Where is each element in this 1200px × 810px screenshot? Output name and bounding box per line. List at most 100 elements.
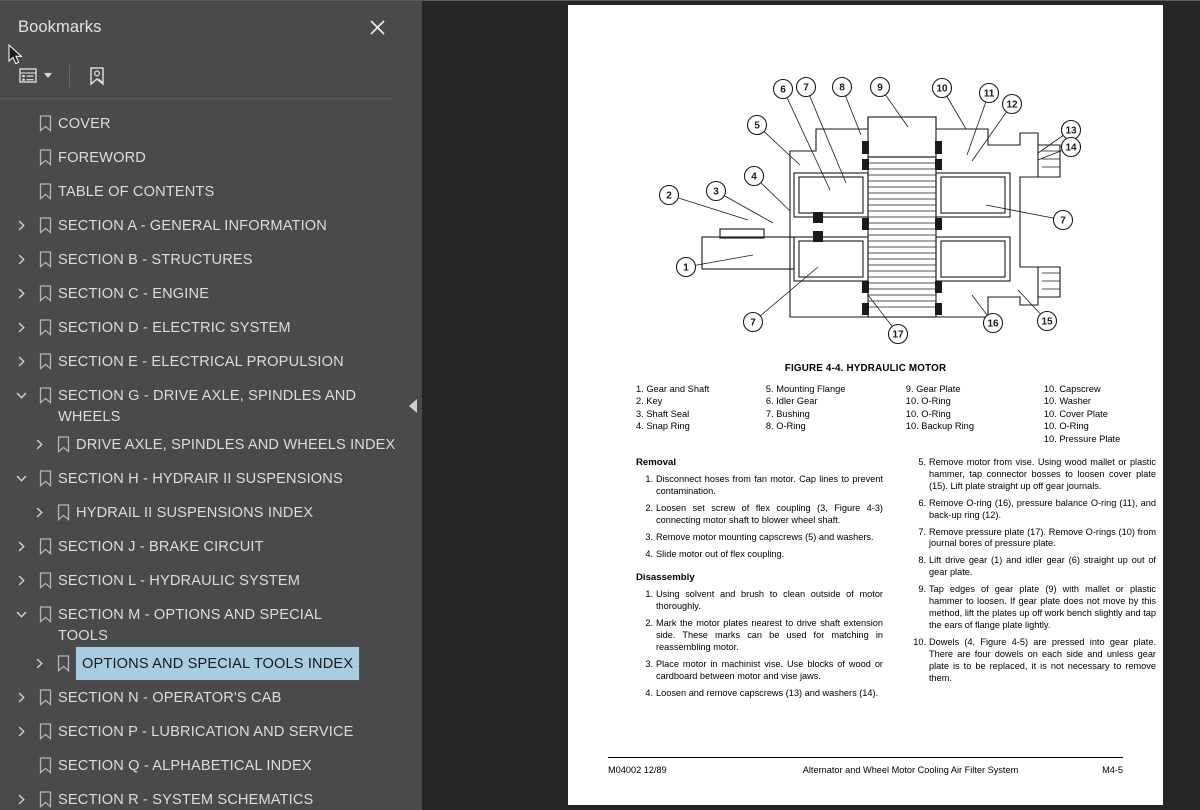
callout-number: 8 — [839, 83, 845, 94]
bookmark-item-section-r-system-schematics[interactable]: SECTION R - SYSTEM SCHEMATICS — [0, 783, 404, 810]
bookmark-item-label[interactable]: DRIVE AXLE, SPINDLES AND WHEELS INDEX — [76, 428, 395, 456]
bookmark-item-section-b-structures[interactable]: SECTION B - STRUCTURES — [0, 243, 404, 277]
step-text: Remove motor mounting capscrews (5) and … — [656, 531, 874, 542]
chevron-down-icon[interactable] — [10, 379, 32, 401]
bookmark-item-section-l-hydraulic-system[interactable]: SECTION L - HYDRAULIC SYSTEM — [0, 564, 404, 598]
bookmark-icon — [32, 277, 58, 302]
callout-number: 1 — [683, 263, 689, 274]
part-list-item: 10. O-Ring — [905, 396, 951, 407]
bookmark-item-label[interactable]: SECTION E - ELECTRICAL PROPULSION — [58, 345, 344, 373]
collapse-panel-icon[interactable] — [409, 398, 417, 413]
bookmark-item-label[interactable]: HYDRAIL II SUSPENSIONS INDEX — [76, 496, 313, 524]
callout-number: 6 — [780, 85, 786, 96]
bookmark-item-label[interactable]: OPTIONS AND SPECIAL TOOLS INDEX — [74, 646, 361, 681]
callout-bubble-1: 1 — [675, 256, 697, 278]
bookmark-item-cover[interactable]: COVER — [0, 107, 404, 141]
bookmark-item-label[interactable]: SECTION C - ENGINE — [58, 277, 209, 305]
bookmark-icon — [32, 209, 58, 234]
chevron-right-icon[interactable] — [10, 783, 32, 805]
bookmark-item-label[interactable]: FOREWORD — [58, 141, 146, 169]
bookmark-icon — [32, 564, 58, 589]
twisty-spacer — [10, 107, 32, 118]
callout-bubble-6: 6 — [772, 78, 794, 100]
chevron-right-icon[interactable] — [28, 496, 50, 518]
step-number: 4. — [645, 548, 653, 559]
bookmarks-toolbar — [0, 53, 392, 99]
bookmark-item-options-and-special-tools-index[interactable]: OPTIONS AND SPECIAL TOOLS INDEX — [0, 646, 404, 681]
callout-leader-line — [668, 194, 749, 221]
bookmark-item-drive-axle-spindles-and-wheels-index[interactable]: DRIVE AXLE, SPINDLES AND WHEELS INDEX — [0, 428, 404, 462]
bookmark-item-label[interactable]: SECTION D - ELECTRIC SYSTEM — [58, 311, 291, 339]
step-number: 4. — [645, 687, 653, 698]
step-number: 2. — [645, 618, 653, 629]
bookmark-item-label[interactable]: SECTION P - LUBRICATION AND SERVICE — [58, 715, 354, 743]
callout-bubble-13: 13 — [1060, 119, 1082, 141]
callout-bubble-2: 2 — [658, 184, 680, 206]
bookmark-item-table-of-contents[interactable]: TABLE OF CONTENTS — [0, 175, 404, 209]
bookmark-item-foreword[interactable]: FOREWORD — [0, 141, 404, 175]
chevron-down-icon[interactable] — [10, 462, 32, 484]
chevron-right-icon[interactable] — [28, 428, 50, 450]
new-bookmark-icon[interactable] — [84, 62, 110, 90]
chevron-right-icon[interactable] — [10, 209, 32, 231]
bookmark-icon — [32, 243, 58, 268]
bookmark-item-section-n-operator-s-cab[interactable]: SECTION N - OPERATOR'S CAB — [0, 681, 404, 715]
chevron-right-icon[interactable] — [28, 647, 50, 669]
callout-number: 15 — [1041, 317, 1053, 328]
chevron-right-icon[interactable] — [10, 715, 32, 737]
bookmark-item-label[interactable]: SECTION B - STRUCTURES — [58, 243, 253, 271]
panel-splitter[interactable] — [404, 0, 422, 810]
chevron-right-icon[interactable] — [10, 311, 32, 333]
bookmark-item-section-c-engine[interactable]: SECTION C - ENGINE — [0, 277, 404, 311]
bookmark-icon — [32, 681, 58, 706]
bookmark-item-label[interactable]: SECTION J - BRAKE CIRCUIT — [58, 530, 264, 558]
callout-bubble-7: 7 — [795, 76, 817, 98]
step-text: Remove motor from vise. Using wood malle… — [929, 457, 1156, 491]
bookmark-item-label[interactable]: SECTION R - SYSTEM SCHEMATICS — [58, 783, 313, 810]
chevron-down-icon[interactable] — [10, 598, 32, 620]
step-number: 7. — [918, 526, 926, 537]
bookmark-item-section-e-electrical-propulsion[interactable]: SECTION E - ELECTRICAL PROPULSION — [0, 345, 404, 379]
bookmark-item-section-p-lubrication-and-service[interactable]: SECTION P - LUBRICATION AND SERVICE — [0, 715, 404, 749]
bookmark-item-label[interactable]: SECTION Q - ALPHABETICAL INDEX — [58, 749, 312, 777]
bookmarks-tree[interactable]: COVER FOREWORD TABLE OF CONTENTS SECTION A … — [0, 99, 404, 810]
part-list-item: 4. Snap Ring — [636, 421, 690, 432]
callout-number: 10 — [936, 84, 948, 95]
bookmark-icon — [50, 428, 76, 453]
chevron-right-icon[interactable] — [10, 243, 32, 265]
chevron-right-icon[interactable] — [10, 564, 32, 586]
bookmark-icon — [32, 462, 58, 487]
procedure-step: 4. Loosen and remove capscrews (13) and w… — [636, 688, 883, 700]
toolbar-divider — [69, 64, 70, 87]
chevron-right-icon[interactable] — [10, 530, 32, 552]
chevron-right-icon[interactable] — [10, 681, 32, 703]
pdf-viewer-canvas[interactable]: 1 2 3 4 5 6 7 8 9 10 11 12 13 14 7 7 15 16 17 FIGURE 4-4. … — [422, 0, 1200, 810]
procedure-left-column: Removal 1. Disconnect hoses from fan moto… — [636, 457, 883, 705]
bookmark-item-label[interactable]: SECTION M - OPTIONS AND SPECIAL TOOLS — [58, 598, 358, 647]
bookmark-options-icon[interactable] — [16, 63, 55, 88]
bookmark-item-section-q-alphabetical-index[interactable]: SECTION Q - ALPHABETICAL INDEX — [0, 749, 404, 783]
bookmark-item-label[interactable]: SECTION L - HYDRAULIC SYSTEM — [58, 564, 300, 592]
bookmark-item-section-m-options-and-special-tools[interactable]: SECTION M - OPTIONS AND SPECIAL TOOLS — [0, 598, 404, 647]
bookmark-item-label[interactable]: TABLE OF CONTENTS — [58, 175, 214, 203]
bookmark-item-label[interactable]: SECTION G - DRIVE AXLE, SPINDLES AND WHE… — [58, 379, 358, 428]
callout-bubble-12: 12 — [1001, 93, 1023, 115]
chevron-right-icon[interactable] — [10, 277, 32, 299]
close-icon[interactable] — [364, 14, 390, 40]
part-list-item: 8. O-Ring — [765, 421, 806, 432]
bookmark-item-section-a-general-information[interactable]: SECTION A - GENERAL INFORMATION — [0, 209, 404, 243]
callout-number: 7 — [803, 83, 809, 94]
bookmark-item-section-j-brake-circuit[interactable]: SECTION J - BRAKE CIRCUIT — [0, 530, 404, 564]
bookmark-item-label[interactable]: SECTION A - GENERAL INFORMATION — [58, 209, 327, 237]
bookmark-item-section-g-drive-axle-spindles-and-wheels[interactable]: SECTION G - DRIVE AXLE, SPINDLES AND WHE… — [0, 379, 404, 428]
bookmark-item-section-d-electric-system[interactable]: SECTION D - ELECTRIC SYSTEM — [0, 311, 404, 345]
parts-list: 1. Gear and Shaft 2. Key 3. Shaft Seal 4. S… — [636, 383, 1156, 445]
bookmark-item-label[interactable]: SECTION H - HYDRAIR II SUSPENSIONS — [58, 462, 343, 490]
chevron-right-icon[interactable] — [10, 345, 32, 367]
bookmark-item-hydrail-ii-suspensions-index[interactable]: HYDRAIL II SUSPENSIONS INDEX — [0, 496, 404, 530]
bookmark-item-label[interactable]: COVER — [58, 107, 111, 135]
bookmark-item-section-h-hydrair-ii-suspensions[interactable]: SECTION H - HYDRAIR II SUSPENSIONS — [0, 462, 404, 496]
bookmark-item-label[interactable]: SECTION N - OPERATOR'S CAB — [58, 681, 281, 709]
callout-leader-line — [685, 254, 754, 268]
callout-bubble-16: 16 — [982, 312, 1004, 334]
